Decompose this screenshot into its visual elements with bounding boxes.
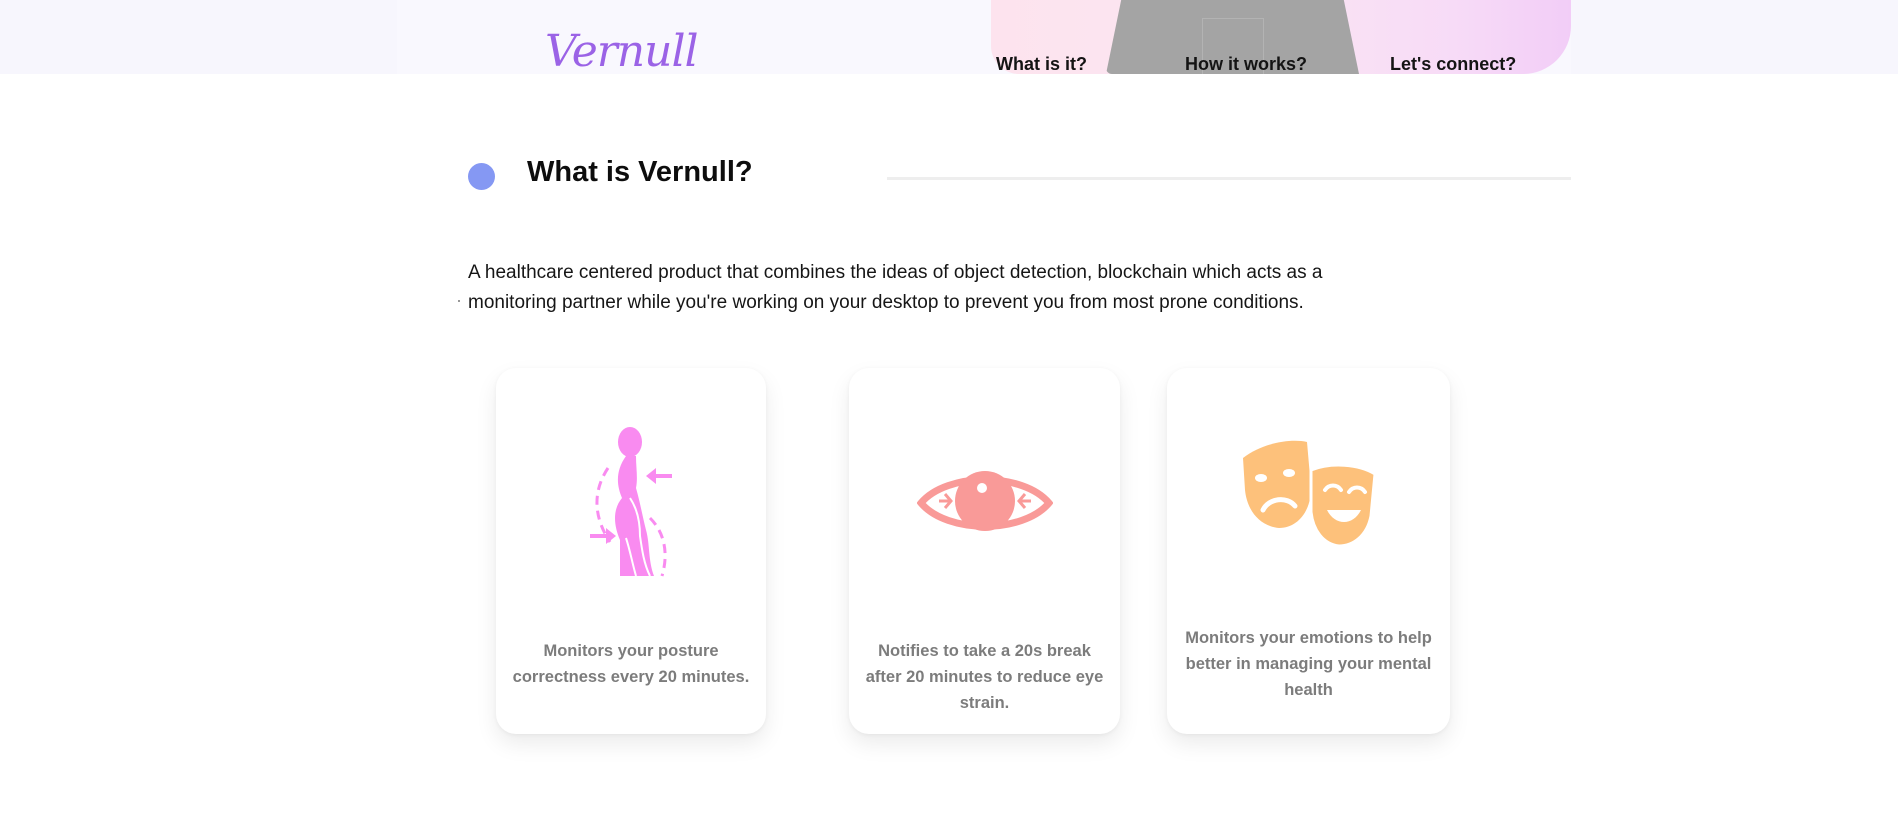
nav-link-how-it-works[interactable]: How it works?: [1185, 54, 1307, 75]
intro-line-2: monitoring partner while you're working …: [468, 292, 1304, 313]
eye-icon: [915, 468, 1054, 542]
feature-text-emotions: Monitors your emotions to help better in…: [1185, 629, 1432, 699]
feature-text-eye-strain: Notifies to take a 20s break after 20 mi…: [865, 642, 1104, 712]
feature-text-posture: Monitors your posture correctness every …: [512, 642, 750, 686]
logo[interactable]: Vernull: [545, 30, 699, 74]
posture-icon: [586, 426, 676, 582]
feature-card-emotions: Monitors your emotions to help better in…: [1167, 368, 1450, 734]
decorative-dot: [458, 300, 460, 302]
feature-card-eye-strain: Notifies to take a 20s break after 20 mi…: [849, 368, 1120, 734]
section-intro: A healthcare centered product that combi…: [468, 258, 1428, 318]
section-accent-dot: [468, 163, 495, 190]
theater-masks-icon: [1241, 440, 1377, 550]
nav-link-lets-connect[interactable]: Let's connect?: [1390, 54, 1516, 75]
section-divider: [887, 177, 1571, 180]
intro-line-1: A healthcare centered product that combi…: [468, 262, 1323, 283]
feature-card-posture: Monitors your posture correctness every …: [496, 368, 766, 734]
nav-link-what-is-it[interactable]: What is it?: [996, 54, 1087, 75]
section-title: What is Vernull?: [527, 156, 753, 188]
